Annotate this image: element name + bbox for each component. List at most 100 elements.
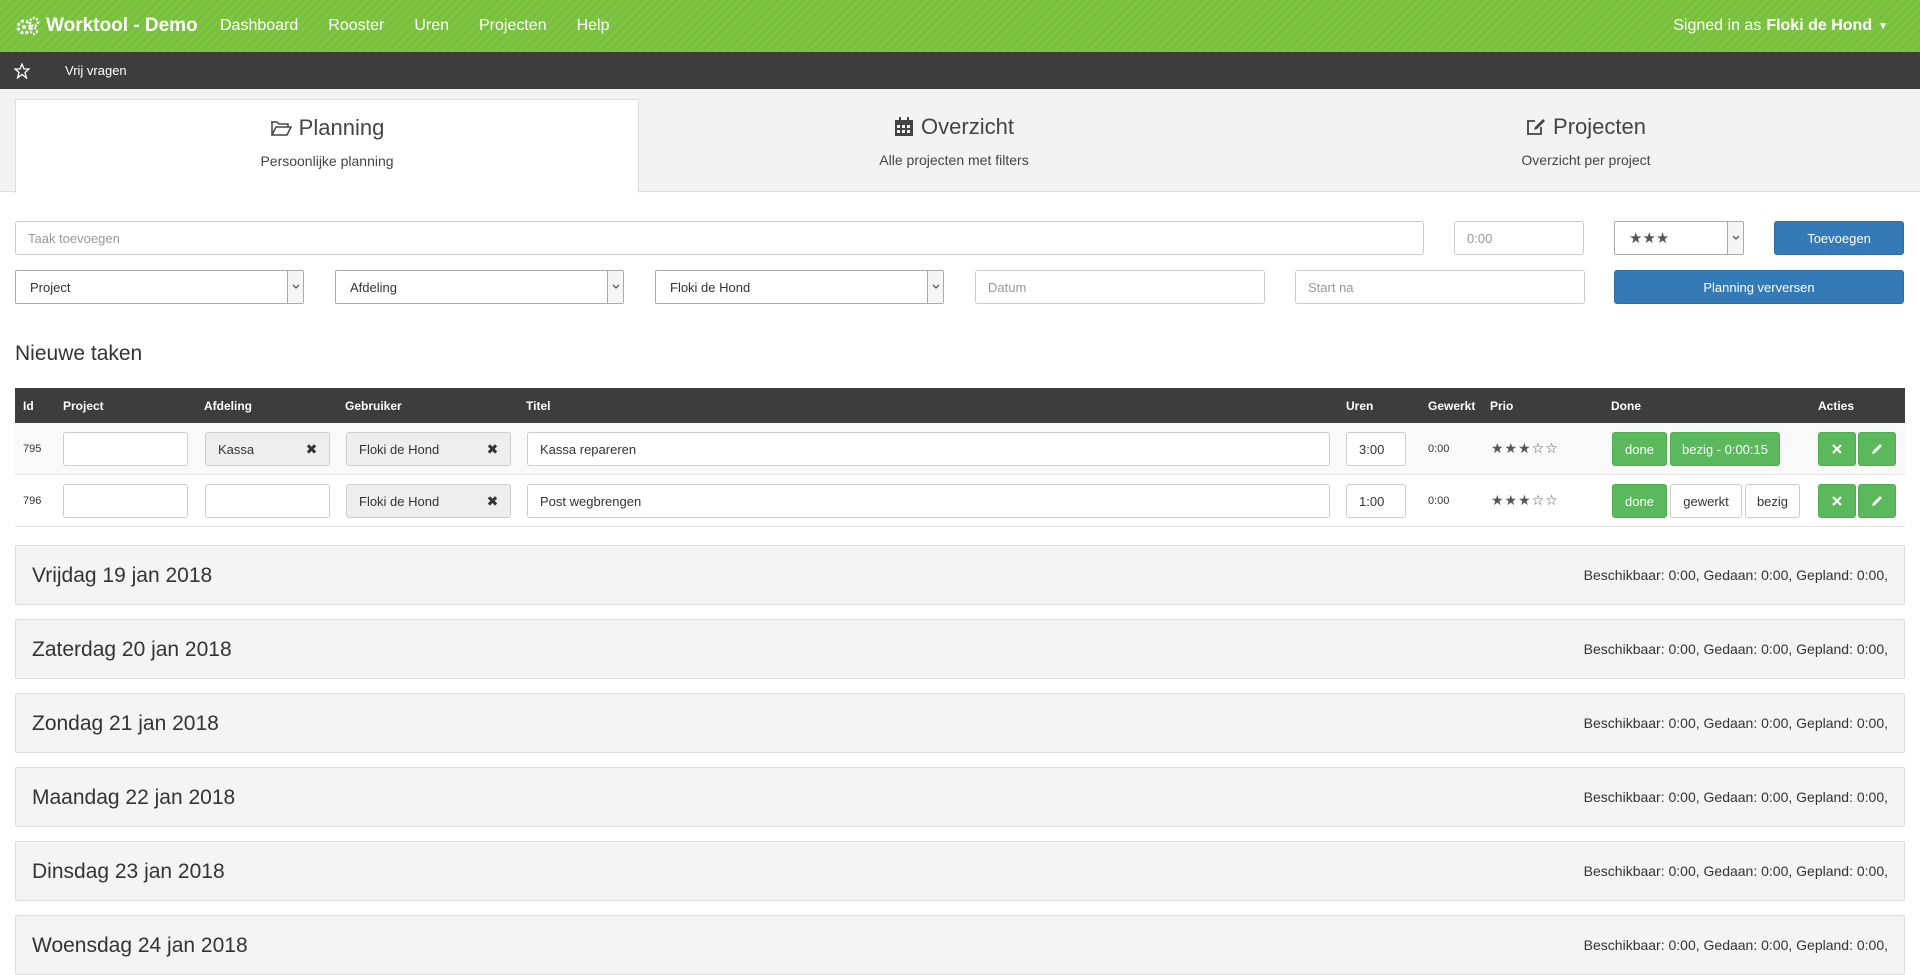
worked-value: 0:00: [1428, 495, 1450, 507]
table-header: Id Project Afdeling Gebruiker Titel Uren…: [15, 388, 1905, 423]
row-id: 796: [23, 495, 42, 507]
tab-projecten-title: Projecten: [1553, 114, 1646, 139]
prio-select-value: ★★★: [1629, 230, 1670, 247]
day-title: Zondag 21 jan 2018: [32, 712, 219, 735]
nav-dashboard[interactable]: Dashboard: [220, 17, 298, 35]
col-prio: Prio: [1490, 399, 1514, 413]
tab-overzicht-title: Overzicht: [921, 114, 1014, 139]
busy-timer-button[interactable]: bezig - 0:00:15: [1670, 432, 1780, 466]
col-project: Project: [63, 399, 104, 413]
user-field[interactable]: Floki de Hond: [346, 432, 476, 466]
department-field[interactable]: Kassa: [205, 432, 295, 466]
edit-icon: [1527, 119, 1546, 135]
prio-stars[interactable]: ★★★☆☆: [1491, 440, 1559, 457]
user-name: Floki de Hond: [1766, 17, 1873, 34]
tab-overzicht-subtitle: Alle projecten met filters: [879, 152, 1029, 168]
day-title: Maandag 22 jan 2018: [32, 786, 236, 809]
cogs-icon: [16, 16, 40, 35]
done-button[interactable]: done: [1612, 432, 1667, 466]
start-after-input[interactable]: Start na: [1295, 270, 1585, 304]
tab-planning-subtitle: Persoonlijke planning: [260, 153, 394, 169]
col-gewerkt: Gewerkt: [1428, 399, 1476, 413]
tab-projecten-subtitle: Overzicht per project: [1521, 152, 1651, 168]
date-input[interactable]: Datum: [975, 270, 1265, 304]
tab-overzicht[interactable]: Overzicht Alle projecten met filters: [642, 99, 1266, 192]
hours-input[interactable]: 0:00: [1454, 221, 1584, 255]
project-input[interactable]: [63, 432, 188, 466]
user-menu[interactable]: Signed in as Floki de Hond ▼: [1673, 0, 1888, 52]
day-summary: Beschikbaar: 0:00, Gedaan: 0:00, Gepland…: [1583, 641, 1888, 657]
prio-stars[interactable]: ★★★☆☆: [1491, 492, 1559, 509]
user-select-value: Floki de Hond: [670, 279, 751, 295]
project-input[interactable]: [63, 484, 188, 518]
day-title: Woensdag 24 jan 2018: [32, 934, 248, 957]
tab-planning-title: Planning: [298, 115, 385, 140]
day-panel[interactable]: Vrijdag 19 jan 2018 Beschikbaar: 0:00, G…: [15, 545, 1905, 605]
clear-user-icon[interactable]: ✖: [475, 432, 511, 466]
sub-navbar: Vrij vragen: [0, 52, 1920, 89]
day-panel[interactable]: Woensdag 24 jan 2018 Beschikbaar: 0:00, …: [15, 915, 1905, 975]
signed-in-label: Signed in as: [1673, 17, 1762, 34]
hours-field[interactable]: 1:00: [1346, 484, 1406, 518]
busy-button[interactable]: bezig: [1745, 484, 1800, 518]
top-navbar: Worktool - Demo Dashboard Rooster Uren P…: [0, 0, 1920, 52]
delete-icon[interactable]: [1818, 432, 1856, 466]
task-input[interactable]: Taak toevoegen: [15, 221, 1424, 255]
tab-planning[interactable]: Planning Persoonlijke planning: [15, 99, 639, 193]
add-task-button[interactable]: Toevoegen: [1774, 221, 1904, 255]
day-summary: Beschikbaar: 0:00, Gedaan: 0:00, Gepland…: [1583, 567, 1888, 583]
day-summary: Beschikbaar: 0:00, Gedaan: 0:00, Gepland…: [1583, 863, 1888, 879]
nav-rooster[interactable]: Rooster: [328, 17, 384, 35]
day-summary: Beschikbaar: 0:00, Gedaan: 0:00, Gepland…: [1583, 789, 1888, 805]
col-afdeling: Afdeling: [204, 399, 252, 413]
section-title: Nieuwe taken: [15, 342, 143, 365]
delete-icon[interactable]: [1818, 484, 1856, 518]
prio-select[interactable]: ★★★: [1614, 221, 1744, 255]
day-title: Vrijdag 19 jan 2018: [32, 564, 213, 587]
clear-user-icon[interactable]: ✖: [475, 484, 511, 518]
brand-name: Worktool - Demo: [46, 15, 198, 36]
tab-bar: Planning Persoonlijke planning Overzicht…: [0, 89, 1920, 193]
day-panel[interactable]: Zaterdag 20 jan 2018 Beschikbaar: 0:00, …: [15, 619, 1905, 679]
worked-value: 0:00: [1428, 443, 1450, 455]
col-gebruiker: Gebruiker: [345, 399, 402, 413]
col-titel: Titel: [526, 399, 551, 413]
table-row: 795 Kassa ✖ Floki de Hond ✖ Kassa repare…: [15, 423, 1905, 475]
worked-button[interactable]: gewerkt: [1670, 484, 1742, 518]
col-uren: Uren: [1346, 399, 1374, 413]
refresh-planning-button[interactable]: Planning verversen: [1614, 270, 1904, 304]
day-title: Zaterdag 20 jan 2018: [32, 638, 232, 661]
department-input[interactable]: [205, 484, 330, 518]
day-title: Dinsdag 23 jan 2018: [32, 860, 225, 883]
nav-help[interactable]: Help: [577, 17, 610, 35]
col-acties: Acties: [1818, 399, 1855, 413]
title-input[interactable]: Post wegbrengen: [527, 484, 1330, 518]
department-select[interactable]: Afdeling: [335, 270, 624, 304]
caret-down-icon: ▼: [1878, 20, 1888, 32]
star-icon[interactable]: [14, 62, 34, 79]
user-select[interactable]: Floki de Hond: [655, 270, 944, 304]
chevron-down-icon: [607, 271, 623, 303]
folder-open-icon: [270, 121, 292, 136]
done-button[interactable]: done: [1612, 484, 1667, 518]
col-done: Done: [1611, 399, 1641, 413]
chevron-down-icon: [1727, 222, 1743, 254]
clear-department-icon[interactable]: ✖: [294, 432, 330, 466]
chevron-down-icon: [927, 271, 943, 303]
nav-uren[interactable]: Uren: [414, 17, 449, 35]
day-panel[interactable]: Dinsdag 23 jan 2018 Beschikbaar: 0:00, G…: [15, 841, 1905, 901]
vrij-vragen-link[interactable]: Vrij vragen: [65, 63, 127, 78]
pencil-icon[interactable]: [1858, 484, 1896, 518]
nav-projecten[interactable]: Projecten: [479, 17, 547, 35]
user-field[interactable]: Floki de Hond: [346, 484, 476, 518]
pencil-icon[interactable]: [1858, 432, 1896, 466]
day-panel[interactable]: Maandag 22 jan 2018 Beschikbaar: 0:00, G…: [15, 767, 1905, 827]
day-panel[interactable]: Zondag 21 jan 2018 Beschikbaar: 0:00, Ge…: [15, 693, 1905, 753]
tab-projecten[interactable]: Projecten Overzicht per project: [1274, 99, 1898, 192]
table-row: 796 Floki de Hond ✖ Post wegbrengen 1:00…: [15, 475, 1905, 527]
col-id: Id: [23, 399, 34, 413]
title-input[interactable]: Kassa repareren: [527, 432, 1330, 466]
brand[interactable]: Worktool - Demo: [0, 15, 220, 37]
project-select[interactable]: Project: [15, 270, 304, 304]
hours-field[interactable]: 3:00: [1346, 432, 1406, 466]
